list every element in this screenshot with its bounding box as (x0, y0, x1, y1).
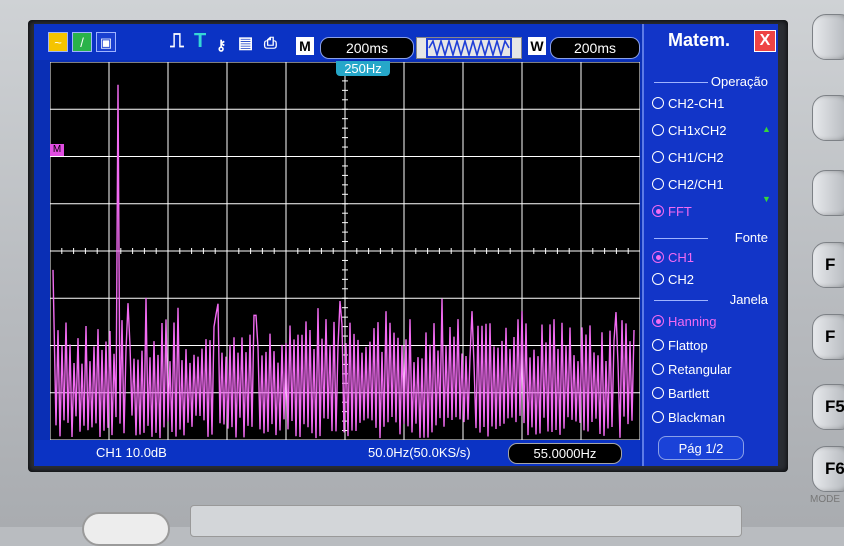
option-label: CH1xCH2 (668, 122, 727, 138)
option-label: CH2/CH1 (668, 176, 724, 192)
option-ch1-ch2[interactable]: CH1/CH2 (652, 146, 774, 168)
key-icon: ⚷ (216, 37, 227, 53)
fft-display-area: 250Hz M (50, 61, 640, 440)
option-label: Bartlett (668, 385, 710, 401)
option-bartlett[interactable]: Bartlett (652, 382, 774, 404)
fft-plot (50, 62, 640, 440)
radio-icon (652, 97, 664, 109)
option-retangular[interactable]: Retangular (652, 358, 774, 380)
option-ch1xch2[interactable]: CH1xCH2 (652, 119, 774, 141)
scroll-up-icon[interactable]: ▲ (762, 124, 771, 134)
radio-icon (652, 363, 664, 375)
radio-icon (652, 151, 664, 163)
timebase-value[interactable]: 200ms (320, 37, 414, 59)
floppy-icon: ▤ (238, 35, 254, 52)
option-label: Hanning (668, 313, 717, 329)
printer-icon: ⎙ (264, 35, 277, 52)
option-fft[interactable]: FFT (652, 200, 774, 222)
option-label: CH2-CH1 (668, 95, 725, 111)
radio-icon (652, 124, 664, 136)
source-section-label: Fonte (644, 230, 778, 246)
radio-icon (652, 273, 664, 285)
fft-span: 50.0Hz(50.0KS/s) (368, 445, 471, 460)
page-indicator[interactable]: Pág 1/2 (658, 436, 744, 460)
window-badge: W (528, 37, 546, 55)
option-label: Blackman (668, 409, 726, 425)
pulse-icon: ⎍ (170, 30, 184, 52)
top-status-bar: ~ / ▣ ⎍ T ⚷ ▤ ⎙ M 200ms W 200ms (34, 24, 640, 60)
option-label: CH2 (668, 271, 695, 287)
close-menu-button[interactable]: X (754, 30, 776, 52)
lower-front-panel (190, 505, 742, 537)
option-label: CH1/CH2 (668, 149, 724, 165)
softkey-f1[interactable] (812, 95, 844, 141)
radio-icon (652, 339, 664, 351)
softkey-f6[interactable]: F6 (812, 446, 844, 492)
option-blackman[interactable]: Blackman (652, 406, 774, 428)
menu-title: Matem. (667, 29, 730, 50)
mode-label: MODE (810, 494, 840, 505)
softkey-top[interactable] (812, 14, 844, 60)
option-ch2[interactable]: CH2 (652, 268, 774, 290)
memory-window-wave-icon (426, 38, 512, 58)
lower-knob[interactable] (82, 512, 170, 546)
radio-icon (652, 205, 664, 217)
channel-scale: CH1 10.0dB (96, 445, 167, 460)
radio-icon (652, 251, 664, 263)
center-frequency: 55.0000Hz (508, 443, 622, 464)
operation-section-label: Operação (644, 74, 778, 90)
option-label: CH1 (668, 249, 695, 265)
radio-icon (652, 387, 664, 399)
window-section-label: Janela (644, 292, 778, 308)
bottom-status-bar: CH1 10.0dB 50.0Hz(50.0KS/s) 55.0000Hz (34, 440, 640, 466)
option-ch2-ch1[interactable]: CH2-CH1 (652, 92, 774, 114)
softkey-f3[interactable]: F (812, 242, 844, 288)
option-ch2-ch1[interactable]: CH2/CH1 (652, 173, 774, 195)
softkey-f5[interactable]: F5 (812, 384, 844, 430)
radio-icon (652, 411, 664, 423)
memory-window-indicator[interactable] (416, 37, 522, 59)
softkey-f2[interactable] (812, 170, 844, 216)
math-waveform-icon[interactable]: ~ (48, 32, 68, 52)
scroll-down-icon[interactable]: ▼ (762, 194, 771, 204)
trigger-T-icon: T (194, 30, 207, 52)
option-flattop[interactable]: Flattop (652, 334, 774, 356)
print-icon[interactable]: ▣ (96, 32, 116, 52)
cursor-icon[interactable]: / (72, 32, 92, 52)
timebase-badge: M (296, 37, 314, 55)
option-label: Retangular (668, 361, 732, 377)
math-reference-marker[interactable]: M (50, 144, 64, 156)
oscilloscope-screen: ~ / ▣ ⎍ T ⚷ ▤ ⎙ M 200ms W 200ms 250Hz M … (34, 24, 778, 466)
softkey-f4[interactable]: F (812, 314, 844, 360)
option-label: Flattop (668, 337, 708, 353)
option-ch1[interactable]: CH1 (652, 246, 774, 268)
option-hanning[interactable]: Hanning (652, 310, 774, 332)
radio-icon (652, 315, 664, 327)
radio-icon (652, 178, 664, 190)
window-timebase-value[interactable]: 200ms (550, 37, 640, 59)
trigger-position-marker: 250Hz (336, 61, 390, 76)
math-menu: Matem. X Operação CH2-CH1 CH1xCH2 CH1/CH2 C… (642, 24, 778, 466)
option-label: FFT (668, 203, 692, 219)
